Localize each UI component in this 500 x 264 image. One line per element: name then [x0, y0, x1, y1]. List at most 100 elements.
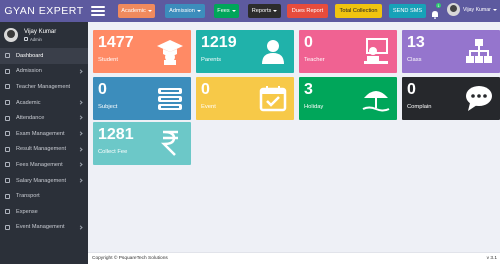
- chevron-right-icon: [78, 68, 83, 74]
- sidebar-item-label: Academic: [16, 99, 41, 106]
- sidebar-item-academic[interactable]: Academic: [0, 95, 88, 111]
- sidebar-item-event-management[interactable]: Event Management: [0, 220, 88, 236]
- teacher-icon: [361, 37, 391, 65]
- academic-label: Academic: [121, 8, 146, 14]
- sidebar-item-admission[interactable]: Admission: [0, 64, 88, 80]
- calendar-check-icon: [258, 84, 288, 112]
- chevron-down-icon: [196, 10, 201, 12]
- reports-dropdown-button[interactable]: Reports: [248, 4, 281, 18]
- copyright-text: Copyright © PsquareTech Solutions: [92, 256, 168, 261]
- admission-dropdown-button[interactable]: Admission: [165, 4, 205, 18]
- tile-label: Class: [407, 57, 422, 63]
- beach-umbrella-icon: [361, 84, 391, 112]
- bus-icon: [5, 193, 10, 199]
- tile-label: Subject: [98, 104, 118, 110]
- graduate-icon: [155, 37, 185, 65]
- tile-label: Holiday: [304, 104, 324, 110]
- comment-icon: [464, 84, 494, 112]
- tile-value: 1281: [98, 126, 134, 143]
- teacher-icon: [5, 84, 10, 90]
- user-icon: [5, 68, 10, 74]
- user-name: Vijay Kumar: [463, 6, 491, 13]
- tile-value: 1477: [98, 34, 134, 51]
- chevron-right-icon: [78, 115, 83, 120]
- version-text: v 3.1: [486, 256, 497, 261]
- avatar: [447, 3, 460, 16]
- tile-event[interactable]: 0 Event: [196, 77, 294, 120]
- sidebar-item-label: Fees Management: [16, 161, 63, 168]
- sidebar-item-teacher-management[interactable]: Teacher Management: [0, 79, 88, 95]
- fees-label: Fees: [217, 8, 230, 14]
- sidebar-item-label: Exam Management: [16, 130, 65, 137]
- chevron-down-icon: [231, 10, 236, 12]
- sidebar-item-label: Attendance: [16, 115, 45, 122]
- tile-student[interactable]: 1477 Student: [93, 30, 191, 73]
- dues-report-button[interactable]: Dues Report: [287, 4, 328, 18]
- user-menu[interactable]: Vijay Kumar: [447, 3, 497, 16]
- sidebar-item-transport[interactable]: Transport: [0, 188, 88, 204]
- books-icon: [155, 84, 185, 112]
- result-icon: [5, 146, 10, 152]
- profile-name: Vijay Kumar: [24, 28, 57, 35]
- chevron-down-icon: [273, 10, 278, 12]
- chevron-right-icon: [78, 178, 83, 183]
- sidebar-item-result-management[interactable]: Result Management: [0, 142, 88, 158]
- user-icon: [258, 37, 288, 65]
- expense-icon: [5, 209, 10, 215]
- sidebar-item-attendance[interactable]: Attendance: [0, 110, 88, 126]
- tile-label: Teacher: [304, 57, 325, 63]
- admission-label: Admission: [169, 8, 195, 14]
- tile-value: 0: [201, 81, 210, 98]
- app-title[interactable]: GYAN EXPERT: [0, 0, 88, 22]
- chevron-right-icon: [78, 162, 83, 167]
- sidebar-item-exam-management[interactable]: Exam Management: [0, 126, 88, 142]
- profile-role: Admin: [24, 37, 56, 42]
- footer: Copyright © PsquareTech Solutions v 3.1: [88, 252, 500, 264]
- tile-value: 3: [304, 81, 313, 98]
- tile-label: Collect Fee: [98, 149, 128, 155]
- tile-value: 0: [304, 34, 313, 51]
- dashboard-icon: [5, 53, 10, 59]
- tile-value: 0: [407, 81, 416, 98]
- profile-role-text: Admin: [30, 36, 42, 42]
- salary-icon: [5, 178, 10, 184]
- tile-subject[interactable]: 0 Subject: [93, 77, 191, 120]
- tile-holiday[interactable]: 3 Holiday: [299, 77, 397, 120]
- sidebar-menu: Dashboard Admission Teacher Management Acad…: [0, 48, 88, 235]
- tile-value: 13: [407, 34, 425, 51]
- sidebar-profile: Vijay Kumar Admin: [0, 22, 88, 48]
- money-icon: [5, 162, 10, 168]
- tile-complain[interactable]: 0 Complain: [402, 77, 500, 120]
- tile-value: 0: [98, 81, 107, 98]
- chevron-right-icon: [78, 131, 83, 136]
- sitemap-icon: [464, 37, 494, 65]
- book-icon: [5, 100, 10, 106]
- rupee-icon: [155, 129, 185, 157]
- sidebar-item-dashboard[interactable]: Dashboard: [0, 48, 88, 64]
- sidebar-item-label: Admission: [16, 68, 42, 75]
- chevron-right-icon: [78, 224, 83, 230]
- total-collection-button[interactable]: Total Collection: [335, 4, 382, 18]
- reports-label: Reports: [251, 8, 272, 14]
- sidebar-item-salary-management[interactable]: Salary Management: [0, 173, 88, 189]
- sidebar: Vijay Kumar Admin Dashboard Admission Teac…: [0, 22, 88, 264]
- tile-teacher[interactable]: 0 Teacher: [299, 30, 397, 73]
- tile-collect-fee[interactable]: 1281 Collect Fee: [93, 122, 191, 165]
- tile-value: 1219: [201, 34, 237, 51]
- notifications-button[interactable]: 1: [431, 3, 441, 19]
- fees-dropdown-button[interactable]: Fees: [214, 4, 239, 18]
- academic-dropdown-button[interactable]: Academic: [118, 4, 155, 18]
- send-sms-button[interactable]: SEND SMS: [389, 4, 426, 18]
- notification-badge: 1: [436, 3, 441, 8]
- sidebar-item-label: Event Management: [16, 224, 65, 231]
- tile-label: Complain: [407, 104, 432, 110]
- sidebar-item-expense[interactable]: Expense: [0, 204, 88, 220]
- menu-toggle-icon[interactable]: [91, 6, 105, 16]
- sidebar-item-label: Expense: [16, 208, 38, 215]
- calendar-icon: [5, 224, 10, 230]
- tile-class[interactable]: 13 Class: [402, 30, 500, 73]
- sidebar-item-label: Teacher Management: [16, 83, 71, 90]
- tile-parents[interactable]: 1219 Parents: [196, 30, 294, 73]
- sidebar-item-fees-management[interactable]: Fees Management: [0, 157, 88, 173]
- chevron-down-icon: [492, 8, 497, 11]
